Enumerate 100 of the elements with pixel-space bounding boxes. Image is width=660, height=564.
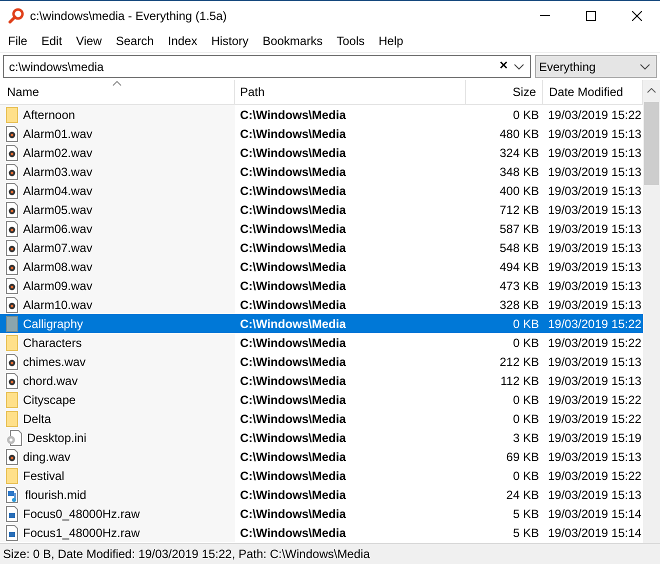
file-path: C:\Windows\Media [240, 240, 346, 256]
file-row[interactable]: ding.wav C:\Windows\Media 69 KB 19/03/2019 15:13 [0, 447, 643, 466]
menu-item[interactable]: File [1, 31, 34, 51]
date-modified: 19/03/2019 15:22 [548, 316, 642, 332]
date-modified: 19/03/2019 15:13 [548, 258, 642, 276]
menu-item[interactable]: History [204, 31, 256, 51]
status-text: Size: 0 B, Date Modified: 19/03/2019 15:22, Path: C:\Windows\Media [3, 546, 370, 563]
image-file-icon [6, 524, 18, 540]
audio-file-icon [6, 240, 18, 256]
audio-file-icon [6, 202, 18, 218]
file-row[interactable]: Alarm09.wav C:\Windows\Media 473 KB 19/03/2019 15:13 [0, 276, 643, 295]
minimize-icon [540, 15, 550, 16]
file-size: 0 KB [512, 316, 539, 332]
file-name: Alarm04.wav [23, 182, 92, 200]
scrollbar[interactable] [643, 80, 660, 543]
file-path: C:\Windows\Media [240, 316, 346, 332]
file-row[interactable]: Festival C:\Windows\Media 0 KB 19/03/2019 15:22 [0, 466, 643, 485]
folder-icon [6, 334, 18, 350]
file-size: 324 KB [500, 144, 539, 162]
menu-item[interactable]: Bookmarks [256, 31, 330, 51]
column-header[interactable]: Name [0, 80, 235, 104]
file-row[interactable]: Alarm01.wav C:\Windows\Media 480 KB 19/03/2019 15:13 [0, 124, 643, 143]
file-name: Alarm06.wav [23, 220, 92, 238]
file-row[interactable]: Alarm02.wav C:\Windows\Media 324 KB 19/03/2019 15:13 [0, 143, 643, 162]
file-path: C:\Windows\Media [240, 354, 346, 370]
file-path: C:\Windows\Media [240, 392, 346, 408]
file-name: Afternoon [23, 106, 76, 124]
date-modified: 19/03/2019 15:13 [548, 240, 642, 256]
scroll-up-icon[interactable] [647, 88, 656, 93]
scroll-thumb[interactable] [644, 102, 659, 185]
date-modified: 19/03/2019 15:13 [548, 354, 642, 370]
date-modified: 19/03/2019 15:22 [548, 334, 642, 352]
column-header[interactable]: Path [235, 80, 466, 104]
file-row[interactable]: Alarm03.wav C:\Windows\Media 348 KB 19/03/2019 15:13 [0, 162, 643, 181]
menu-item[interactable]: Search [108, 31, 161, 51]
file-name: Alarm02.wav [23, 144, 92, 162]
file-path: C:\Windows\Media [240, 126, 346, 142]
file-name: chimes.wav [23, 354, 86, 370]
column-header[interactable]: Size [466, 80, 543, 104]
file-row[interactable]: Alarm04.wav C:\Windows\Media 400 KB 19/03/2019 15:13 [0, 181, 643, 200]
clear-button[interactable]: ✕ [496, 58, 511, 75]
maximize-icon [586, 10, 596, 20]
file-path: C:\Windows\Media [240, 524, 346, 542]
music-file-icon [6, 486, 20, 502]
file-row[interactable]: Afternoon C:\Windows\Media 0 KB 19/03/2019 15:22 [0, 105, 643, 124]
file-row[interactable]: Alarm07.wav C:\Windows\Media 548 KB 19/03/2019 15:13 [0, 238, 643, 257]
chevron-down-icon[interactable] [514, 64, 524, 70]
file-row[interactable]: Alarm08.wav C:\Windows\Media 494 KB 19/03/2019 15:13 [0, 257, 643, 276]
file-size: 494 KB [500, 258, 539, 276]
audio-file-icon [6, 258, 18, 274]
file-row[interactable]: Focus1_48000Hz.raw C:\Windows\Media 5 KB 19/03/2019 15:14 [0, 523, 643, 542]
file-row[interactable]: Cityscape C:\Windows\Media 0 KB 19/03/2019 15:22 [0, 390, 643, 409]
filter-dropdown[interactable]: Everything [535, 55, 657, 78]
file-path: C:\Windows\Media [240, 430, 346, 446]
file-row[interactable]: Focus0_48000Hz.raw C:\Windows\Media 5 KB 19/03/2019 15:14 [0, 504, 643, 523]
audio-file-icon [6, 354, 18, 370]
file-row[interactable]: Calligraphy C:\Windows\Media 0 KB 19/03/2019 15:22 [0, 314, 643, 333]
audio-file-icon [6, 372, 18, 388]
file-name: Cityscape [23, 392, 76, 408]
file-path: C:\Windows\Media [240, 372, 346, 390]
file-path: C:\Windows\Media [240, 486, 346, 504]
menu-item[interactable]: Tools [330, 31, 372, 51]
date-modified: 19/03/2019 15:22 [548, 410, 642, 428]
date-modified: 19/03/2019 15:19 [548, 430, 642, 446]
menu-item[interactable]: Help [372, 31, 410, 51]
file-row[interactable]: Characters C:\Windows\Media 0 KB 19/03/2019 15:22 [0, 333, 643, 352]
file-row[interactable]: Alarm06.wav C:\Windows\Media 587 KB 19/03/2019 15:13 [0, 219, 643, 238]
file-path: C:\Windows\Media [240, 506, 346, 522]
file-row[interactable]: Delta C:\Windows\Media 0 KB 19/03/2019 15:22 [0, 409, 643, 428]
search-field[interactable]: c:\windows\media ✕ [3, 55, 531, 78]
file-name: Focus0_48000Hz.raw [23, 506, 140, 522]
date-modified: 19/03/2019 15:13 [548, 126, 642, 142]
file-size: 587 KB [500, 220, 539, 238]
menu-item[interactable]: Index [160, 31, 204, 51]
file-row[interactable]: chord.wav C:\Windows\Media 112 KB 19/03/2019 15:13 [0, 371, 643, 390]
file-path: C:\Windows\Media [240, 296, 346, 314]
folder-icon [6, 392, 18, 408]
image-file-icon [6, 506, 18, 522]
audio-file-icon [6, 164, 18, 180]
menu-item[interactable]: Edit [34, 31, 70, 51]
file-size: 69 KB [506, 448, 539, 466]
chevron-down-icon [640, 64, 650, 70]
file-row[interactable]: Desktop.ini C:\Windows\Media 3 KB 19/03/2019 15:19 [0, 428, 643, 447]
audio-file-icon [6, 220, 18, 236]
file-name: Calligraphy [23, 316, 84, 332]
file-row[interactable]: flourish.mid C:\Windows\Media 24 KB 19/03/2019 15:13 [0, 485, 643, 504]
file-size: 473 KB [500, 278, 539, 294]
date-modified: 19/03/2019 15:22 [548, 392, 642, 408]
file-name: Focus1_48000Hz.raw [23, 524, 140, 542]
window-title: c:\windows\media - Everything (1.5a) [30, 8, 227, 24]
menu-item[interactable]: View [69, 31, 109, 51]
file-size: 24 KB [506, 486, 539, 504]
folder-icon [6, 106, 18, 122]
file-row[interactable]: chimes.wav C:\Windows\Media 212 KB 19/03/2019 15:13 [0, 352, 643, 371]
file-name: Festival [23, 468, 64, 484]
file-size: 0 KB [512, 468, 539, 484]
file-path: C:\Windows\Media [240, 220, 346, 238]
file-row[interactable]: Alarm05.wav C:\Windows\Media 712 KB 19/03/2019 15:13 [0, 200, 643, 219]
file-path: C:\Windows\Media [240, 410, 346, 428]
file-row[interactable]: Alarm10.wav C:\Windows\Media 328 KB 19/03/2019 15:13 [0, 295, 643, 314]
